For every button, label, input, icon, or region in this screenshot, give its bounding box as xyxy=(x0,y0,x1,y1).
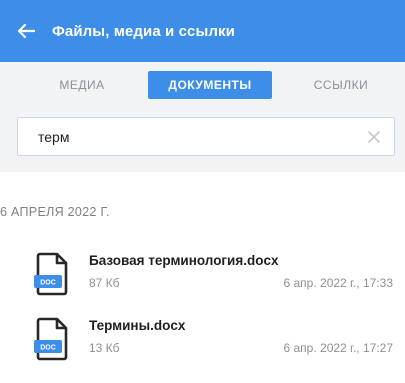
results-section: 6 АПРЕЛЯ 2022 Г. DOC Базовая терминологи… xyxy=(0,172,405,383)
file-size: 13 Кб xyxy=(89,341,120,355)
tab-bar: МЕДИА ДОКУМЕНТЫ ССЫЛКИ xyxy=(0,62,405,108)
arrow-left-icon xyxy=(17,23,35,39)
search-box xyxy=(17,117,395,156)
search-area xyxy=(0,108,405,172)
clear-search-button[interactable] xyxy=(354,118,394,155)
doc-file-icon: DOC xyxy=(34,252,68,296)
file-date: 6 апр. 2022 г., 17:27 xyxy=(283,341,394,355)
file-name: Базовая терминология.docx xyxy=(89,253,279,268)
doc-file-icon: DOC xyxy=(34,317,68,361)
file-item[interactable]: DOC Термины.docx 13 Кб 6 апр. 2022 г., 1… xyxy=(0,313,405,369)
file-date: 6 апр. 2022 г., 17:33 xyxy=(283,276,394,290)
doc-icon-label: DOC xyxy=(40,280,56,287)
tab-documents[interactable]: ДОКУМЕНТЫ xyxy=(148,71,272,99)
date-header: 6 АПРЕЛЯ 2022 Г. xyxy=(0,205,110,219)
close-icon xyxy=(368,130,380,143)
file-item[interactable]: DOC Базовая терминология.docx 87 Кб 6 ап… xyxy=(0,248,405,304)
back-button[interactable] xyxy=(0,0,52,62)
app-bar: Файлы, медиа и ссылки xyxy=(0,0,405,62)
page-title: Файлы, медиа и ссылки xyxy=(52,22,235,40)
tab-media[interactable]: МЕДИА xyxy=(44,71,120,99)
search-input[interactable] xyxy=(18,118,354,155)
file-size: 87 Кб xyxy=(89,276,120,290)
doc-icon-label: DOC xyxy=(40,345,56,352)
file-name: Термины.docx xyxy=(89,318,186,333)
tab-links[interactable]: ССЫЛКИ xyxy=(303,71,379,99)
